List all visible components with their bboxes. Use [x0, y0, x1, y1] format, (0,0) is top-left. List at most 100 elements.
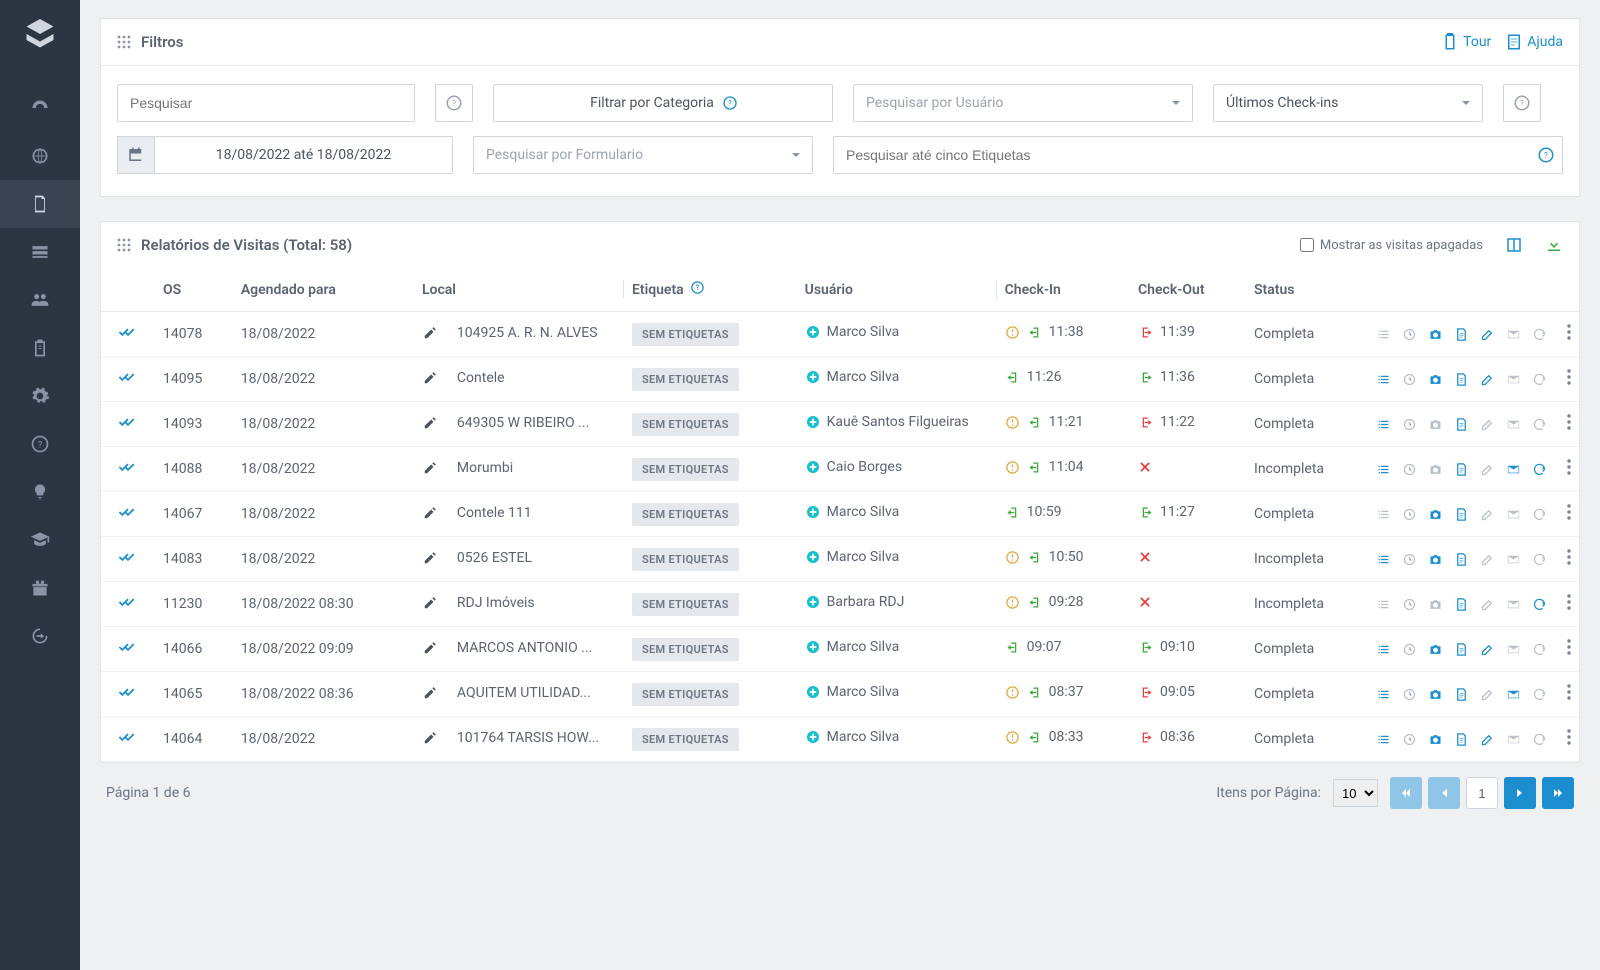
add-user-icon[interactable] — [805, 459, 821, 475]
action-clock[interactable] — [1401, 641, 1417, 657]
col-tag[interactable]: Etiqueta ? — [624, 268, 797, 312]
action-edit[interactable] — [1479, 461, 1495, 477]
action-edit[interactable] — [1479, 416, 1495, 432]
help-icon[interactable]: ? — [1537, 146, 1555, 164]
action-list[interactable] — [1375, 461, 1391, 477]
action-edit[interactable] — [1479, 686, 1495, 702]
action-clock[interactable] — [1401, 596, 1417, 612]
tag-badge[interactable]: SEM ETIQUETAS — [632, 683, 739, 706]
action-doc[interactable] — [1453, 686, 1469, 702]
columns-button[interactable] — [1505, 236, 1523, 254]
row-menu[interactable] — [1557, 729, 1571, 749]
table-row[interactable]: 14083 18/08/2022 0526 ESTEL SEM ETIQUETA… — [101, 537, 1579, 582]
table-row[interactable]: 14095 18/08/2022 Contele SEM ETIQUETAS M… — [101, 357, 1579, 402]
tags-input[interactable] — [833, 136, 1563, 174]
action-cam[interactable] — [1427, 461, 1443, 477]
tag-badge[interactable]: SEM ETIQUETAS — [632, 323, 739, 346]
action-list[interactable] — [1375, 416, 1391, 432]
tag-badge[interactable]: SEM ETIQUETAS — [632, 548, 739, 571]
col-os[interactable]: OS — [155, 268, 233, 312]
add-user-icon[interactable] — [805, 594, 821, 610]
pencil-icon[interactable] — [422, 595, 438, 611]
action-doc[interactable] — [1453, 506, 1469, 522]
show-deleted-checkbox[interactable]: Mostrar as visitas apagadas — [1300, 238, 1483, 253]
add-user-icon[interactable] — [805, 369, 821, 385]
action-clock[interactable] — [1401, 326, 1417, 342]
table-row[interactable]: 14093 18/08/2022 649305 W RIBEIRO ... SE… — [101, 402, 1579, 447]
add-user-icon[interactable] — [805, 729, 821, 745]
date-range-picker[interactable]: 18/08/2022 até 18/08/2022 — [117, 136, 453, 174]
col-checkin[interactable]: Check-In — [997, 268, 1130, 312]
table-row[interactable]: 14088 18/08/2022 Morumbi SEM ETIQUETAS C… — [101, 447, 1579, 492]
action-doc[interactable] — [1453, 416, 1469, 432]
action-clock[interactable] — [1401, 461, 1417, 477]
download-button[interactable] — [1545, 236, 1563, 254]
action-doc[interactable] — [1453, 641, 1469, 657]
action-doc[interactable] — [1453, 461, 1469, 477]
user-filter[interactable]: Pesquisar por Usuário — [853, 84, 1193, 122]
action-cam[interactable] — [1427, 686, 1443, 702]
tag-badge[interactable]: SEM ETIQUETAS — [632, 413, 739, 436]
action-doc[interactable] — [1453, 731, 1469, 747]
tag-badge[interactable]: SEM ETIQUETAS — [632, 458, 739, 481]
pencil-icon[interactable] — [422, 325, 438, 341]
col-scheduled[interactable]: Agendado para — [233, 268, 414, 312]
tag-badge[interactable]: SEM ETIQUETAS — [632, 593, 739, 616]
add-user-icon[interactable] — [805, 504, 821, 520]
action-edit[interactable] — [1479, 506, 1495, 522]
category-filter[interactable]: Filtrar por Categoria ? — [493, 84, 833, 122]
pagination-first[interactable] — [1390, 777, 1422, 809]
pencil-icon[interactable] — [422, 460, 438, 476]
action-cam[interactable] — [1427, 551, 1443, 567]
action-mail[interactable] — [1505, 686, 1521, 702]
action-cam[interactable] — [1427, 371, 1443, 387]
table-row[interactable]: 14078 18/08/2022 104925 A. R. N. ALVES S… — [101, 312, 1579, 357]
action-list[interactable] — [1375, 326, 1391, 342]
action-cam[interactable] — [1427, 731, 1443, 747]
sidenav-table[interactable] — [0, 228, 80, 276]
help-link[interactable]: Ajuda — [1505, 33, 1563, 51]
sidenav-clipboard[interactable] — [0, 324, 80, 372]
row-menu[interactable] — [1557, 504, 1571, 524]
action-cam[interactable] — [1427, 506, 1443, 522]
pagination-next[interactable] — [1504, 777, 1536, 809]
col-status[interactable]: Status — [1246, 268, 1367, 312]
action-mail[interactable] — [1505, 461, 1521, 477]
pencil-icon[interactable] — [422, 415, 438, 431]
row-menu[interactable] — [1557, 684, 1571, 704]
action-refresh[interactable] — [1531, 551, 1547, 567]
pagination-last[interactable] — [1542, 777, 1574, 809]
action-list[interactable] — [1375, 506, 1391, 522]
action-edit[interactable] — [1479, 326, 1495, 342]
action-list[interactable] — [1375, 641, 1391, 657]
action-cam[interactable] — [1427, 596, 1443, 612]
action-clock[interactable] — [1401, 371, 1417, 387]
pencil-icon[interactable] — [422, 640, 438, 656]
tag-badge[interactable]: SEM ETIQUETAS — [632, 368, 739, 391]
tour-link[interactable]: Tour — [1441, 33, 1491, 51]
row-menu[interactable] — [1557, 414, 1571, 434]
row-menu[interactable] — [1557, 324, 1571, 344]
action-clock[interactable] — [1401, 416, 1417, 432]
action-cam[interactable] — [1427, 416, 1443, 432]
tag-badge[interactable]: SEM ETIQUETAS — [632, 503, 739, 526]
action-mail[interactable] — [1505, 641, 1521, 657]
action-edit[interactable] — [1479, 731, 1495, 747]
sidenav-settings[interactable] — [0, 372, 80, 420]
tag-badge[interactable]: SEM ETIQUETAS — [632, 638, 739, 661]
action-mail[interactable] — [1505, 551, 1521, 567]
action-clock[interactable] — [1401, 731, 1417, 747]
action-refresh[interactable] — [1531, 371, 1547, 387]
row-menu[interactable] — [1557, 594, 1571, 614]
action-doc[interactable] — [1453, 371, 1469, 387]
items-per-page-select[interactable]: 10 — [1333, 779, 1378, 807]
action-mail[interactable] — [1505, 596, 1521, 612]
action-mail[interactable] — [1505, 731, 1521, 747]
action-edit[interactable] — [1479, 371, 1495, 387]
search-input[interactable] — [117, 84, 415, 122]
action-refresh[interactable] — [1531, 641, 1547, 657]
action-list[interactable] — [1375, 686, 1391, 702]
tag-badge[interactable]: SEM ETIQUETAS — [632, 728, 739, 751]
table-row[interactable]: 11230 18/08/2022 08:30 RDJ Imóveis SEM E… — [101, 582, 1579, 627]
action-edit[interactable] — [1479, 641, 1495, 657]
